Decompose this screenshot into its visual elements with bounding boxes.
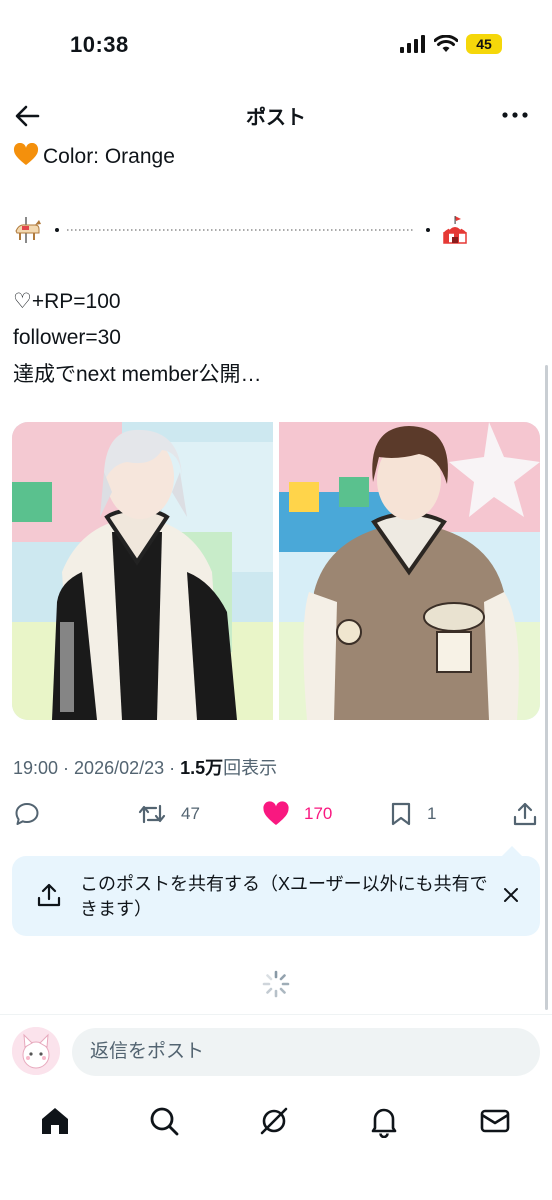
views-count: 1.5万 [180,758,224,778]
post-meta: 19:00 · 2026/02/23 · 1.5万回表示 [13,754,277,780]
photo-left-image [12,422,273,720]
orange-heart-icon [13,143,39,165]
post-line-reveal: 達成でnext member公開… [13,363,262,386]
search-icon[interactable] [147,1104,181,1138]
photo-right-image [279,422,540,720]
share-button[interactable] [512,801,538,827]
status-bar: 10:38 45 [0,0,552,90]
post-date: 2026/02/23 [74,758,165,778]
signal-icon [400,35,425,53]
carousel-horse-icon [15,217,41,243]
photo-left[interactable] [12,422,273,720]
wifi-icon [434,35,458,52]
reply-icon [15,803,39,825]
share-icon [513,802,537,826]
post-line-color: Color: Orange [13,143,175,170]
emoji-divider [15,216,467,244]
like-button[interactable]: 170 [262,801,332,827]
more-icon[interactable] [500,103,530,127]
post-line-rp: ♡+RP=100 [13,290,121,313]
meta-separator: · [164,758,181,778]
loading-spinner-icon [262,970,290,998]
post-time: 19:00 [13,758,59,778]
status-icons: 45 [400,34,502,54]
reply-button[interactable] [14,801,40,827]
reply-input[interactable]: 返信をポスト [72,1028,540,1076]
bookmark-button[interactable]: 1 [389,801,436,827]
avatar-image [12,1027,60,1075]
bookmark-icon [391,802,411,826]
messages-icon[interactable] [478,1104,512,1138]
like-count: 170 [304,804,333,823]
page-title: ポスト [246,107,306,129]
retweet-count: 47 [181,804,200,823]
views-label[interactable]: 回表示 [223,758,277,778]
close-icon[interactable] [502,886,520,904]
like-icon [263,801,289,825]
home-icon[interactable] [38,1104,72,1138]
reply-bar: 返信をポスト [0,1014,552,1086]
share-banner-pointer [502,846,522,856]
grok-icon[interactable] [257,1104,291,1138]
post-line-color-text: Color: Orange [43,145,175,168]
share-icon [37,883,61,907]
post-media [12,422,540,720]
circus-tent-icon [443,216,467,244]
meta-separator: · [58,758,75,778]
top-nav: ポスト [0,95,552,135]
share-banner[interactable]: このポストを共有する（Xユーザー以外にも共有できます） [12,846,540,936]
retweet-button[interactable]: 47 [137,801,200,827]
post-line-follower: follower=30 [13,326,121,349]
retweet-icon [138,804,166,824]
notifications-icon[interactable] [367,1104,401,1138]
scroll-indicator [545,365,548,1010]
avatar[interactable] [12,1027,60,1075]
battery-indicator: 45 [466,34,502,54]
photo-right[interactable] [279,422,540,720]
status-time: 10:38 [70,32,129,57]
bottom-tab-bar [0,1096,552,1146]
post-actions: 47 170 1 [0,795,552,835]
share-banner-text: このポストを共有する（Xユーザー以外にも共有できます） [80,874,488,919]
bookmark-count: 1 [427,804,437,823]
